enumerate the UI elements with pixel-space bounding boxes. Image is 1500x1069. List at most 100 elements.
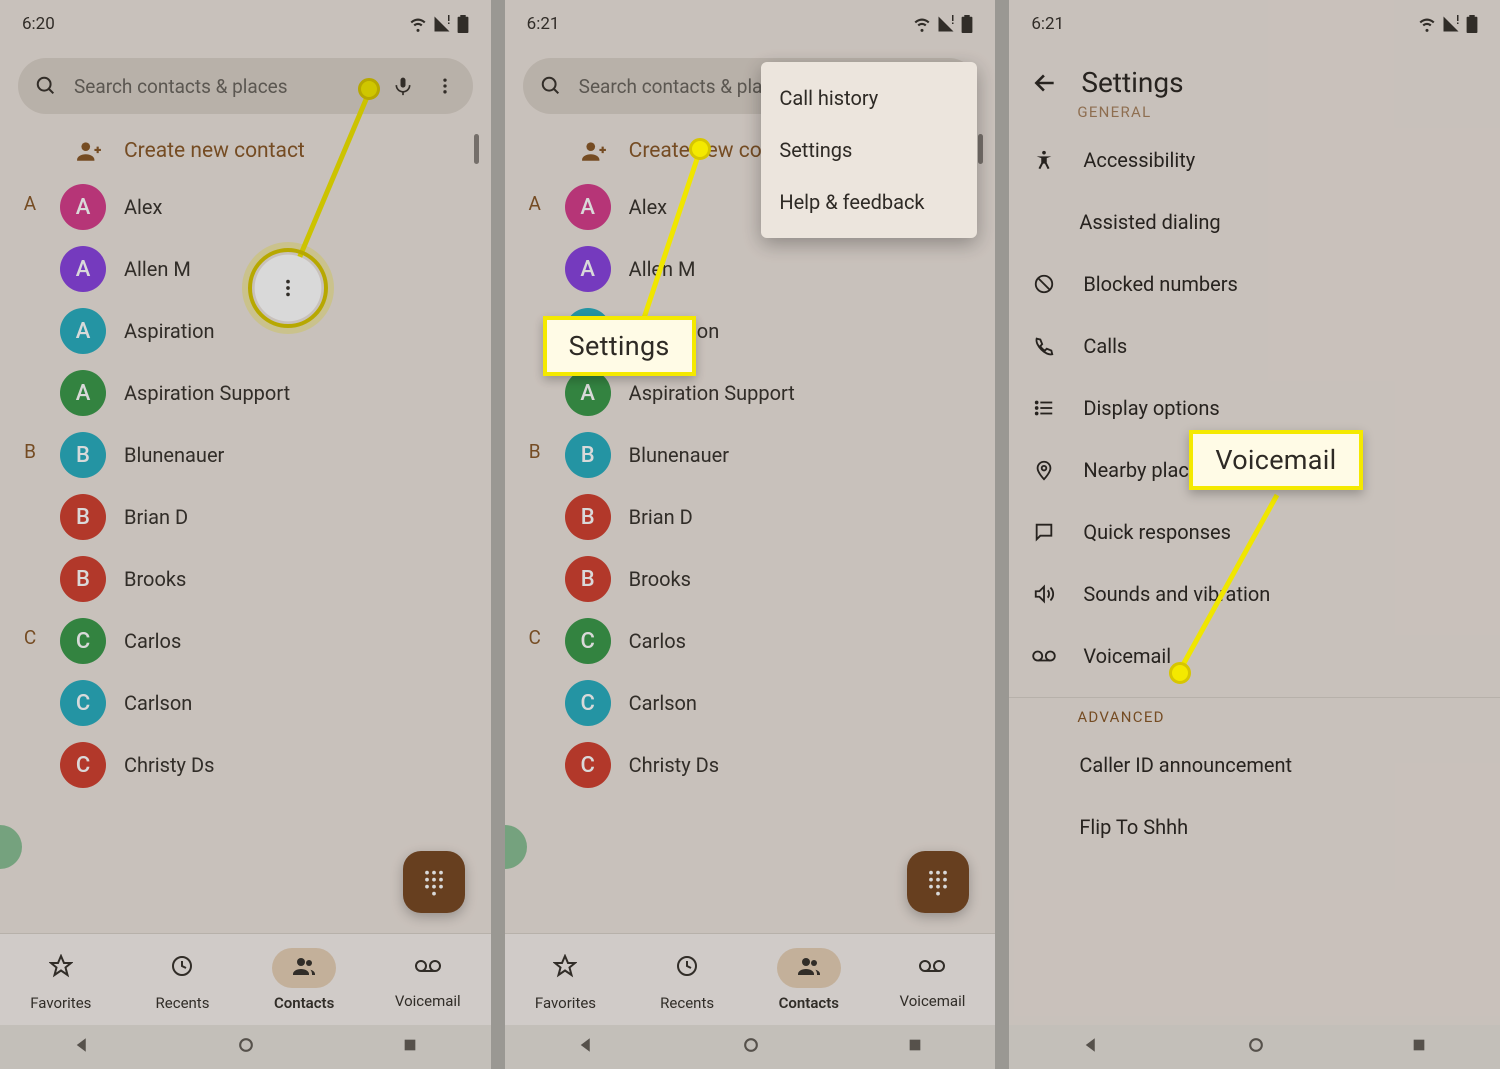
sys-home-icon[interactable] <box>236 1035 256 1059</box>
sys-home-icon[interactable] <box>741 1035 761 1059</box>
dialpad-icon <box>924 868 952 896</box>
contact-row[interactable]: BBrian D <box>565 486 996 548</box>
contact-row[interactable]: BBlunenauer <box>60 424 491 486</box>
contact-row[interactable]: AAspiration Support <box>60 362 491 424</box>
contact-row[interactable]: BBlunenauer <box>565 424 996 486</box>
settings-calls[interactable]: Calls <box>1009 315 1500 377</box>
section-letter: A <box>505 176 565 424</box>
scroll-indicator <box>978 134 983 164</box>
contact-row[interactable]: CCarlson <box>565 672 996 734</box>
nav-recents[interactable]: Recents <box>150 948 214 1012</box>
sys-recent-icon[interactable] <box>402 1037 418 1057</box>
wifi-icon <box>1418 15 1436 33</box>
contact-name: Aspiration Support <box>124 381 290 405</box>
contact-name: Aspiration <box>124 319 215 343</box>
contact-row[interactable]: CCarlos <box>60 610 491 672</box>
nav-contacts[interactable]: Contacts <box>777 948 841 1012</box>
sys-home-icon[interactable] <box>1246 1035 1266 1059</box>
settings-assisted-dialing[interactable]: Assisted dialing <box>1009 191 1500 253</box>
clock-icon <box>150 948 214 988</box>
clock-icon <box>655 948 719 988</box>
nav-favorites[interactable]: Favorites <box>29 948 93 1012</box>
contact-row[interactable]: CChristy Ds <box>60 734 491 796</box>
contacts-list[interactable]: A AAlex AAllen M AAspiration AAspiration… <box>505 176 996 796</box>
dialpad-fab[interactable] <box>907 851 969 913</box>
sys-back-icon[interactable] <box>1082 1036 1100 1058</box>
block-icon <box>1031 273 1057 295</box>
screen-3-settings: 6:21 Settings GENERAL Accessibility Assi… <box>1009 0 1500 1069</box>
section-letter: C <box>505 610 565 796</box>
settings-voicemail[interactable]: Voicemail <box>1009 625 1500 687</box>
contact-row[interactable]: CCarlson <box>60 672 491 734</box>
contact-row[interactable]: C Christy Ds <box>565 734 996 796</box>
contact-row[interactable]: BBrooks <box>60 548 491 610</box>
avatar: B <box>565 432 611 478</box>
search-icon <box>537 72 565 100</box>
avatar: C <box>565 742 611 788</box>
create-contact-row[interactable]: Create new contact <box>74 136 491 166</box>
settings-section-general: GENERAL <box>1009 103 1500 129</box>
sys-back-icon[interactable] <box>577 1036 595 1058</box>
contact-row[interactable]: AAllen M <box>565 238 996 300</box>
offscreen-fab-peek <box>505 825 527 869</box>
avatar: B <box>60 432 106 478</box>
sys-recent-icon[interactable] <box>1411 1037 1427 1057</box>
contact-name: Alex <box>629 195 667 219</box>
phone-icon <box>1031 335 1057 357</box>
contact-row[interactable]: BBrian D <box>60 486 491 548</box>
people-icon <box>777 948 841 988</box>
mic-icon[interactable] <box>389 72 417 100</box>
settings-quick-responses[interactable]: Quick responses <box>1009 501 1500 563</box>
more-vert-icon[interactable] <box>431 72 459 100</box>
menu-settings[interactable]: Settings <box>761 124 977 176</box>
chat-icon <box>1031 521 1057 543</box>
avatar: A <box>60 184 106 230</box>
screen-divider <box>995 0 1009 1069</box>
settings-flip-to-shhh[interactable]: Flip To Shhh <box>1009 796 1500 858</box>
settings-title: Settings <box>1081 66 1183 99</box>
nav-voicemail[interactable]: Voicemail <box>394 950 462 1010</box>
tutorial-triptych: 6:20 Search contacts & places <box>0 0 1500 1069</box>
settings-sounds-vibration[interactable]: Sounds and vibration <box>1009 563 1500 625</box>
contact-name: Carlson <box>629 691 697 715</box>
sys-recent-icon[interactable] <box>907 1037 923 1057</box>
avatar: C <box>565 618 611 664</box>
nav-recents[interactable]: Recents <box>655 948 719 1012</box>
settings-caller-id-announcement[interactable]: Caller ID announcement <box>1009 734 1500 796</box>
screen-divider <box>491 0 505 1069</box>
divider <box>1009 697 1500 698</box>
place-icon <box>1031 459 1057 481</box>
contact-row[interactable]: BBrooks <box>565 548 996 610</box>
settings-appbar: Settings <box>1009 48 1500 109</box>
contact-name: Christy Ds <box>629 753 719 777</box>
system-nav-bar <box>1009 1025 1500 1069</box>
star-icon <box>29 948 93 988</box>
contact-row[interactable]: AAlex <box>60 176 491 238</box>
menu-help-feedback[interactable]: Help & feedback <box>761 176 977 228</box>
search-bar[interactable]: Search contacts & places <box>18 58 473 114</box>
contact-name: Carlson <box>124 691 192 715</box>
nav-contacts[interactable]: Contacts <box>272 948 336 1012</box>
status-time: 6:21 <box>527 14 560 34</box>
battery-icon <box>1466 15 1478 33</box>
contact-row[interactable]: CCarlos <box>565 610 996 672</box>
avatar: C <box>60 618 106 664</box>
signal-icon <box>433 15 451 33</box>
nav-voicemail[interactable]: Voicemail <box>898 950 966 1010</box>
status-icons <box>913 15 973 33</box>
callout-highlight-circle <box>248 248 328 328</box>
contacts-list[interactable]: A AAlex AAllen M AAspiration AAspiration… <box>0 176 491 796</box>
sys-back-icon[interactable] <box>73 1036 91 1058</box>
menu-call-history[interactable]: Call history <box>761 72 977 124</box>
nav-favorites[interactable]: Favorites <box>533 948 597 1012</box>
settings-accessibility[interactable]: Accessibility <box>1009 129 1500 191</box>
person-add-icon <box>74 136 104 166</box>
signal-icon <box>1442 15 1460 33</box>
section-letter: B <box>505 424 565 610</box>
back-arrow-icon[interactable] <box>1031 69 1059 97</box>
avatar: B <box>60 556 106 602</box>
section-letter: A <box>0 176 60 424</box>
dialpad-fab[interactable] <box>403 851 465 913</box>
settings-blocked-numbers[interactable]: Blocked numbers <box>1009 253 1500 315</box>
status-bar: 6:20 <box>0 0 491 48</box>
